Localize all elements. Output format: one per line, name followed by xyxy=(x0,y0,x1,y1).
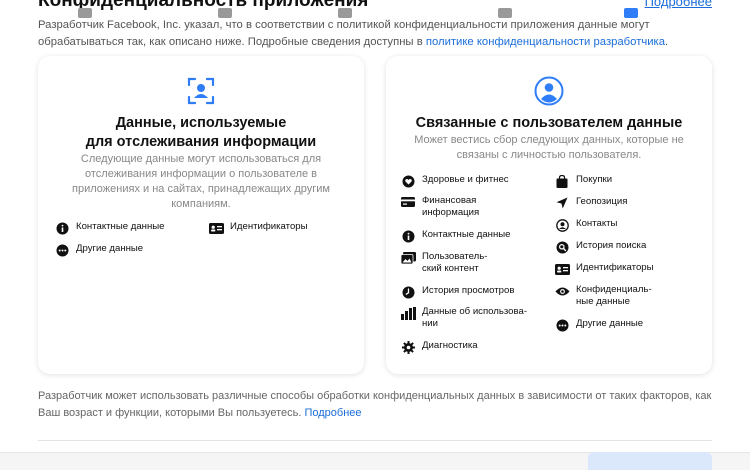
bar-chart-icon xyxy=(400,306,416,320)
info-icon xyxy=(400,229,416,243)
tracking-icon xyxy=(186,76,216,106)
bag-icon xyxy=(554,174,570,188)
list-item: Данные об использова- нии xyxy=(400,306,527,330)
developer-name: Facebook, Inc. xyxy=(107,19,182,31)
tracking-card-title: Данные, используемые для отслеживания ин… xyxy=(85,115,317,150)
games-tab-icon[interactable] xyxy=(218,8,232,18)
id-card-icon xyxy=(554,262,570,276)
arcade-tab-icon[interactable] xyxy=(498,8,512,18)
privacy-policy-link[interactable]: политике конфиденциальности разработчика xyxy=(426,36,665,48)
photo-icon xyxy=(400,251,416,265)
tracking-card-description: Следующие данные могут использоваться дл… xyxy=(72,153,330,210)
clock-icon xyxy=(400,285,416,299)
today-tab-icon[interactable] xyxy=(78,8,92,18)
list-item: Покупки xyxy=(554,174,612,188)
list-item: Другие данные xyxy=(554,318,643,332)
eye-icon xyxy=(554,284,570,298)
list-item: Здоровье и фитнес xyxy=(400,174,509,188)
list-item: Геопозиция xyxy=(554,196,627,210)
more-icon xyxy=(554,318,570,332)
credit-card-icon xyxy=(400,195,416,209)
divider xyxy=(38,440,712,441)
linked-card-title: Связанные с пользователем данные xyxy=(415,115,683,131)
id-card-icon xyxy=(208,221,224,235)
search-icon xyxy=(554,240,570,254)
list-item: Конфиденциаль- ные данные xyxy=(554,284,652,308)
list-item: Диагностика xyxy=(400,340,478,354)
heart-icon xyxy=(400,174,416,188)
more-link-bottom[interactable]: Подробнее xyxy=(304,407,361,419)
info-icon xyxy=(54,221,70,235)
tracking-data-card[interactable]: Данные, используемые для отслеживания ин… xyxy=(38,56,364,374)
more-icon xyxy=(54,243,70,257)
apps-tab-icon[interactable] xyxy=(338,8,352,18)
list-item: Идентификаторы xyxy=(554,262,654,276)
location-icon xyxy=(554,196,570,210)
list-item: Контактные данные xyxy=(54,221,165,235)
list-item: Пользователь- ский контент xyxy=(400,251,487,275)
linked-card-description: Может вестись сбор следующих данных, кот… xyxy=(414,134,684,161)
linked-data-card[interactable]: Связанные с пользователем данные Может в… xyxy=(386,56,712,374)
tab-search-active[interactable] xyxy=(588,452,712,470)
person-icon xyxy=(534,76,564,106)
intro-text: Разработчик Facebook, Inc. указал, что в… xyxy=(38,19,669,48)
list-item: Контакты xyxy=(554,218,617,232)
more-link-top[interactable]: Подробнее xyxy=(645,0,712,9)
list-item: Контактные данные xyxy=(400,229,511,243)
footer-text: Разработчик может использовать различные… xyxy=(38,390,712,419)
search-tab-icon[interactable] xyxy=(624,8,638,18)
list-item: Идентификаторы xyxy=(208,221,308,235)
list-item: Другие данные xyxy=(54,243,143,257)
list-item: История просмотров xyxy=(400,285,514,299)
gear-icon xyxy=(400,340,416,354)
contact-icon xyxy=(554,218,570,232)
list-item: История поиска xyxy=(554,240,646,254)
list-item: Финансовая информация xyxy=(400,195,479,219)
